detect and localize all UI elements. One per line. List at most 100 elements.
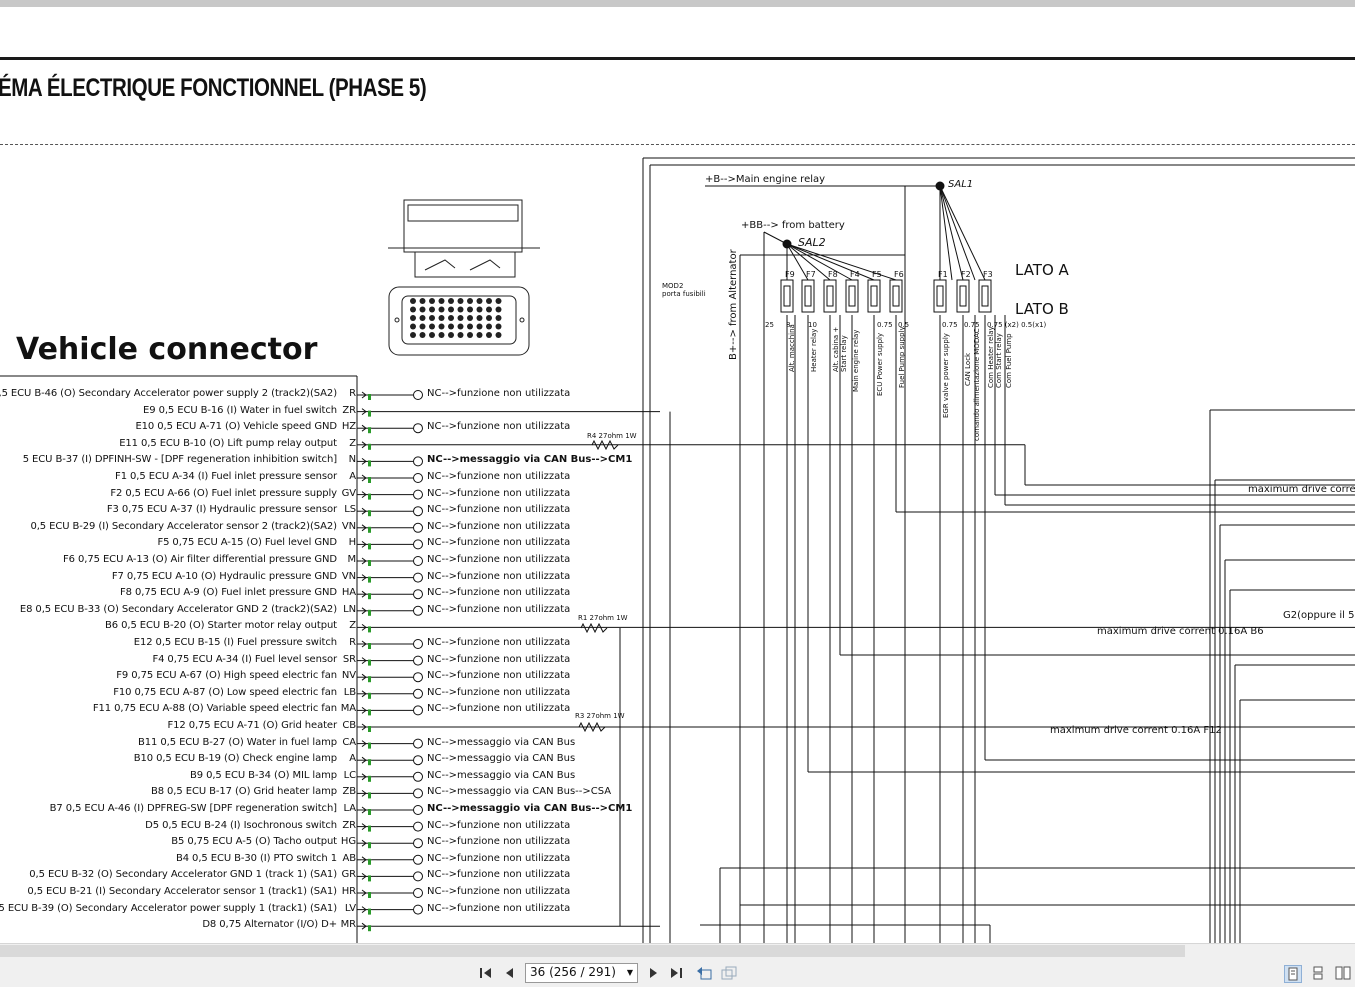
row-note: NC-->funzione non utilizzata bbox=[427, 836, 571, 848]
row-description: 5 ECU B-37 (I) DPFINH-SW - [DPF regenera… bbox=[22, 454, 337, 466]
row-note: NC-->funzione non utilizzata bbox=[427, 537, 571, 549]
row-description: 0,5 ECU B-29 (I) Secondary Accelerator s… bbox=[30, 520, 337, 532]
row-description: E10 0,5 ECU A-71 (O) Vehicle speed GND bbox=[135, 421, 337, 433]
row-description: F12 0,75 ECU A-71 (O) Grid heater bbox=[167, 720, 337, 731]
fuse-label: F3 bbox=[983, 270, 993, 279]
back-view-button[interactable] bbox=[696, 965, 712, 981]
row-code: LB bbox=[343, 686, 356, 698]
row-code: MR bbox=[340, 919, 356, 931]
row-code: HR bbox=[341, 886, 356, 897]
continuous-view-button[interactable] bbox=[1310, 965, 1326, 981]
single-page-icon bbox=[1288, 967, 1298, 981]
row-note: NC-->funzione non utilizzata bbox=[427, 554, 571, 565]
vertical-label: Com Start relay bbox=[995, 333, 1003, 388]
row-note: NC-->messaggio via CAN Bus bbox=[427, 736, 576, 748]
sal2-label: SAL2 bbox=[798, 236, 826, 249]
row-description: E11 0,5 ECU B-10 (O) Lift pump relay out… bbox=[119, 437, 337, 449]
row-code: MA bbox=[340, 703, 356, 715]
row-code: VN bbox=[341, 520, 356, 532]
row-code: R bbox=[349, 388, 356, 399]
last-page-button[interactable] bbox=[668, 965, 684, 981]
first-page-button[interactable] bbox=[478, 965, 494, 981]
row-description: F4 0,75 ECU A-34 (I) Fuel level sensor bbox=[152, 653, 337, 665]
row-code: A bbox=[349, 471, 356, 482]
max-drive-label: maximum drive corrent bbox=[1248, 484, 1355, 495]
row-note: NC-->funzione non utilizzata bbox=[427, 487, 571, 499]
first-page-icon bbox=[480, 968, 491, 978]
row-description: 0,5 ECU B-46 (O) Secondary Accelerator p… bbox=[0, 388, 337, 399]
facing-page-icon bbox=[1335, 966, 1351, 980]
continuous-page-icon bbox=[1313, 966, 1323, 980]
fuse-label: F2 bbox=[961, 270, 971, 279]
row-description: B4 0,5 ECU B-30 (I) PTO switch 1 bbox=[175, 852, 337, 864]
row-code: SR bbox=[342, 653, 356, 665]
row-description: F3 0,75 ECU A-37 (I) Hydraulic pressure … bbox=[106, 504, 337, 516]
row-description: F1 0,5 ECU A-34 (I) Fuel inlet pressure … bbox=[115, 471, 337, 482]
row-note: NC-->funzione non utilizzata bbox=[427, 603, 571, 615]
page-selector[interactable]: 36 (256 / 291) ▼ bbox=[525, 963, 638, 983]
horizontal-scrollbar[interactable] bbox=[0, 945, 1185, 957]
row-description: B11 0,5 ECU B-27 (O) Water in fuel lamp bbox=[138, 736, 337, 748]
sal1-star bbox=[935, 181, 986, 281]
page-indicator: 36 (256 / 291) bbox=[530, 965, 616, 979]
connector-row-marks bbox=[357, 391, 372, 932]
vertical-label: ECU Power supply bbox=[876, 332, 884, 396]
row-description: F2 0,5 ECU A-66 (O) Fuel inlet pressure … bbox=[110, 487, 337, 499]
row-description: B7 0,5 ECU A-46 (I) DPFREG-SW [DPF regen… bbox=[49, 803, 337, 814]
row-code: CA bbox=[342, 736, 356, 748]
previous-page-button[interactable] bbox=[502, 965, 518, 981]
row-description: 0,5 ECU B-32 (O) Secondary Accelerator G… bbox=[29, 869, 337, 881]
r3-label: R3 27ohm 1W bbox=[575, 712, 625, 720]
vertical-label: Heater relay bbox=[810, 328, 818, 372]
fuse-value: 25 bbox=[765, 321, 774, 329]
row-note: NC-->funzione non utilizzata bbox=[427, 819, 571, 831]
row-note: NC-->messaggio via CAN Bus-->CM1 bbox=[427, 803, 633, 814]
row-note: NC-->funzione non utilizzata bbox=[427, 520, 571, 532]
g2-label: G2(oppure il 50 bbox=[1283, 610, 1355, 621]
row-note: NC-->funzione non utilizzata bbox=[427, 653, 571, 665]
row-note: NC-->funzione non utilizzata bbox=[427, 703, 571, 715]
row-code: HA bbox=[341, 587, 356, 599]
fuse-label: F6 bbox=[894, 270, 904, 279]
connector-drawing bbox=[388, 199, 540, 356]
fuse-label: F9 bbox=[785, 270, 795, 279]
resistors bbox=[578, 439, 619, 733]
row-code: AB bbox=[342, 852, 356, 864]
row-code: GR bbox=[341, 869, 357, 881]
row-note: NC-->funzione non utilizzata bbox=[427, 670, 571, 682]
vertical-label: Fuel Pump supply bbox=[898, 326, 906, 388]
porta-fusibili-label: porta fusibili bbox=[662, 290, 706, 298]
vertical-label: Com Heater relay bbox=[987, 326, 995, 388]
row-code: M bbox=[347, 554, 356, 565]
fuse-value: 0.75 (x2) 0.5(x1) bbox=[987, 321, 1047, 329]
forward-view-button[interactable] bbox=[721, 965, 737, 981]
row-code: GV bbox=[341, 487, 356, 499]
fuse-value: 0.75 bbox=[942, 321, 958, 329]
row-description: 5 ECU B-39 (O) Secondary Accelerator pow… bbox=[0, 902, 337, 914]
connector-pins bbox=[410, 298, 502, 338]
next-page-button[interactable] bbox=[645, 965, 661, 981]
connector-title: Vehicle connector bbox=[16, 332, 318, 367]
row-note: NC-->messaggio via CAN Bus-->CM1 bbox=[427, 454, 633, 466]
facing-view-button[interactable] bbox=[1335, 965, 1351, 981]
vertical-label: comando alimentazione MODAC bbox=[973, 328, 981, 441]
next-page-icon bbox=[650, 968, 657, 978]
row-note: NC-->funzione non utilizzata bbox=[427, 869, 571, 881]
forward-view-icon bbox=[721, 966, 737, 980]
row-note: NC-->funzione non utilizzata bbox=[427, 388, 571, 399]
row-code: HG bbox=[340, 836, 356, 848]
row-code: LN bbox=[343, 603, 356, 615]
fuse-label: F5 bbox=[872, 270, 882, 279]
single-page-view-button[interactable] bbox=[1284, 965, 1302, 983]
row-description: F9 0,75 ECU A-67 (O) High speed electric… bbox=[116, 670, 337, 682]
lato-b-label: LATO B bbox=[1015, 300, 1069, 318]
mod2-label: MOD2 bbox=[662, 282, 684, 290]
row-note: NC-->funzione non utilizzata bbox=[427, 886, 571, 897]
vertical-label: Alt. cabina + bbox=[832, 326, 840, 372]
fuse-label: F1 bbox=[938, 270, 948, 279]
row-code: R bbox=[349, 637, 356, 648]
vertical-label: Main engine relay bbox=[852, 329, 860, 392]
row-code: H bbox=[348, 537, 357, 549]
row-description: F11 0,75 ECU A-88 (O) Variable speed ele… bbox=[92, 703, 337, 715]
row-description: E8 0,5 ECU B-33 (O) Secondary Accelerato… bbox=[19, 603, 337, 615]
